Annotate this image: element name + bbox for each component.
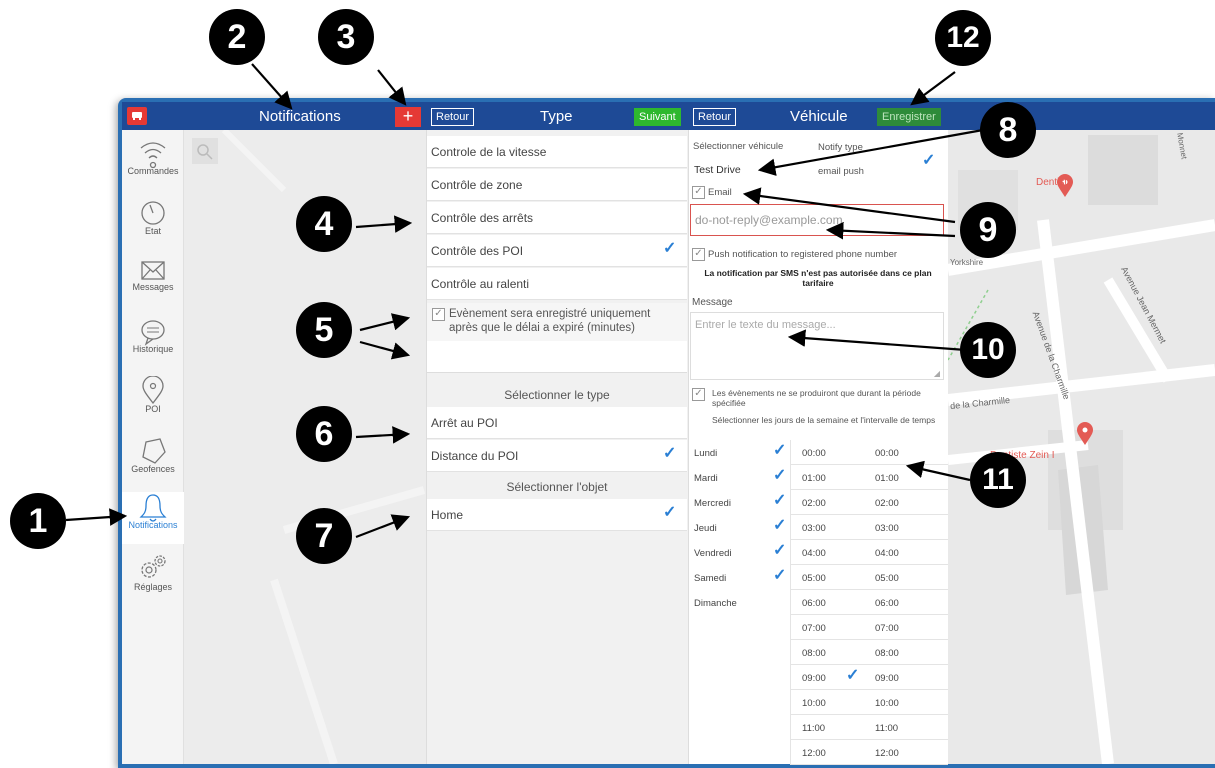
callout-arrows [65, 63, 984, 539]
